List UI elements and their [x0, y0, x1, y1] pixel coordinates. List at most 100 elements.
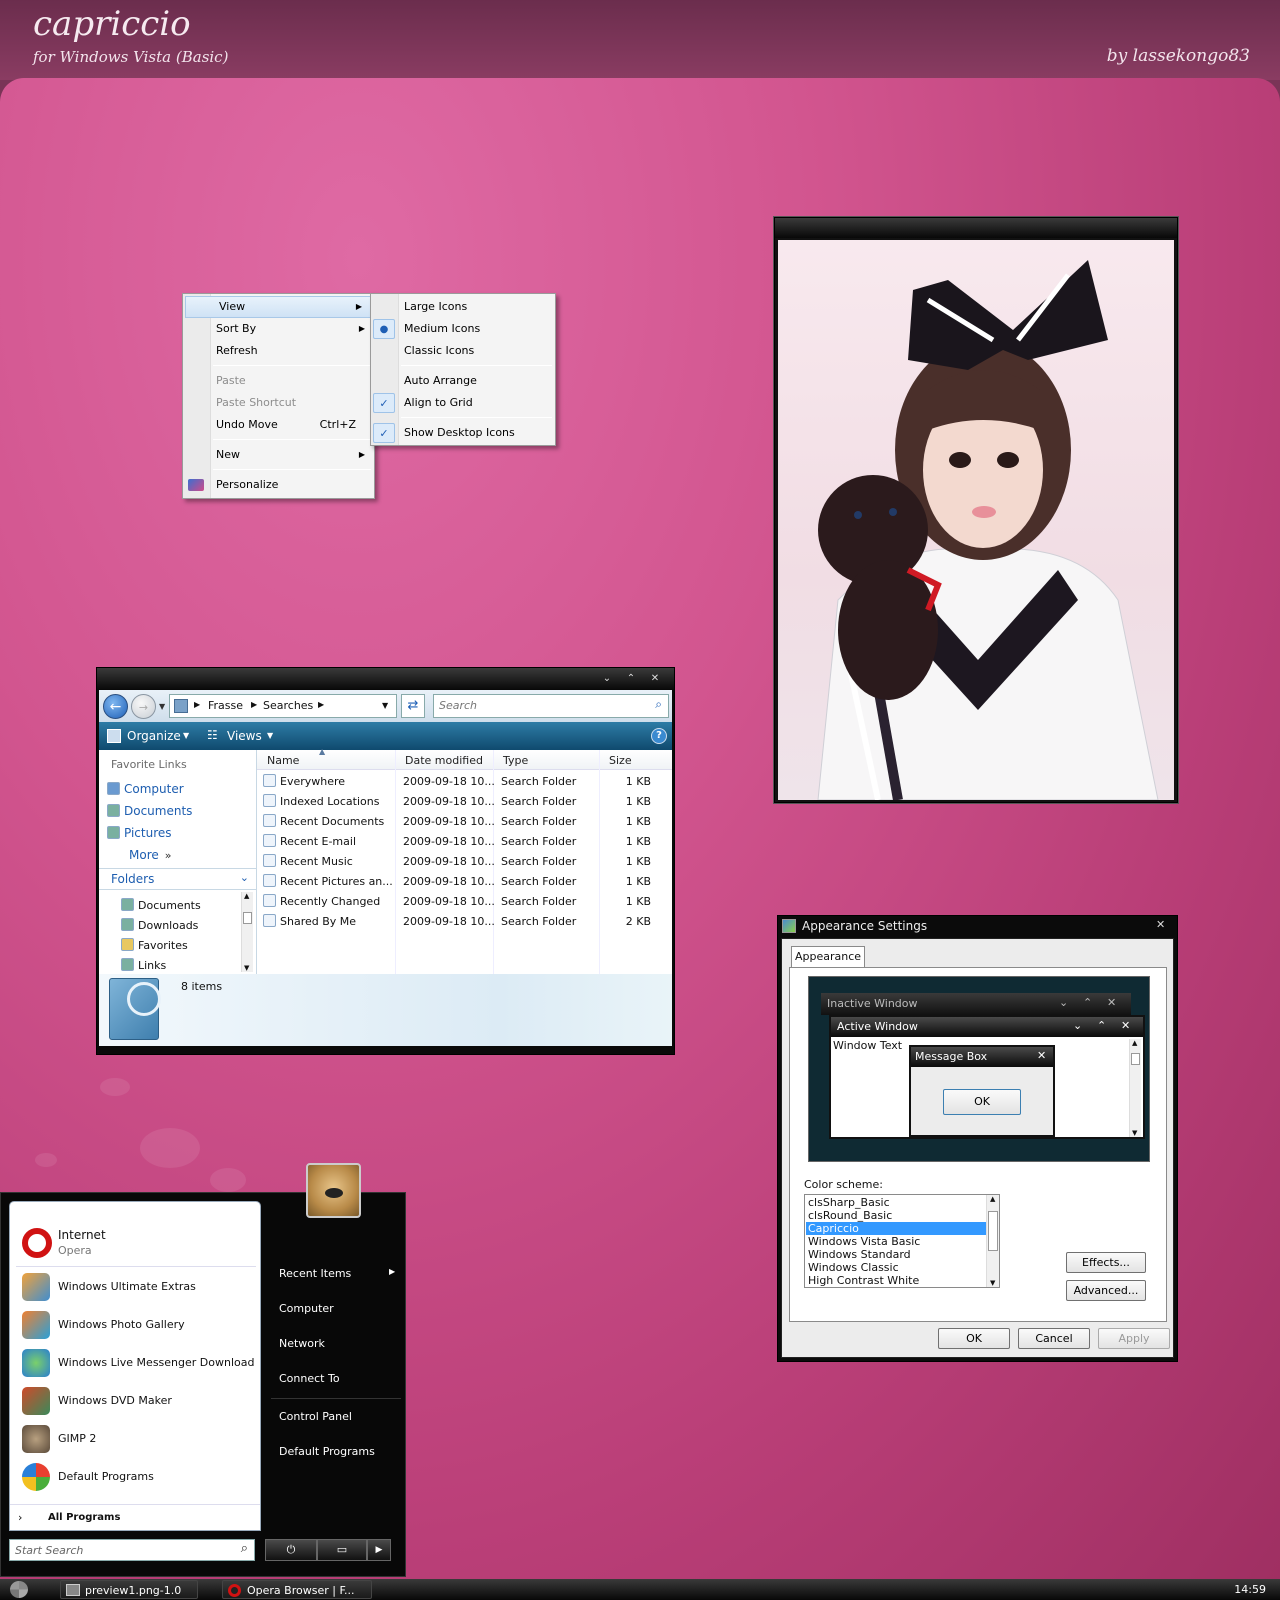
menu-item-sort-by[interactable]: Sort By ▶	[183, 318, 374, 340]
organize-dropdown-icon[interactable]: ▼	[183, 731, 189, 740]
folder-links[interactable]: Links	[121, 958, 166, 972]
table-row[interactable]: Recently Changed 2009-09-18 10... Search F…	[257, 892, 663, 912]
taskbar-button-preview[interactable]: preview1.png-1.0 (...	[60, 1580, 198, 1599]
program-windows-live-messenger[interactable]: Windows Live Messenger Download	[18, 1346, 258, 1380]
column-name[interactable]: Name	[267, 754, 299, 767]
start-orb-icon[interactable]	[10, 1581, 28, 1598]
menu-item-auto-arrange[interactable]: Auto Arrange	[371, 370, 555, 392]
color-scheme-list[interactable]: clsSharp_Basic clsRound_Basic Capriccio Win…	[804, 1194, 1000, 1288]
address-bar[interactable]: ▶ Frasse ▶ Searches ▶ ▼	[169, 694, 397, 718]
scroll-up-icon[interactable]: ▲	[244, 892, 249, 900]
program-windows-dvd-maker[interactable]: Windows DVD Maker	[18, 1384, 258, 1418]
effects-button[interactable]: Effects...	[1066, 1252, 1146, 1273]
back-icon[interactable]: ←	[103, 694, 128, 719]
cancel-button[interactable]: Cancel	[1018, 1328, 1090, 1349]
table-row[interactable]: Recent Documents 2009-09-18 10... Search F…	[257, 812, 663, 832]
scroll-down-icon[interactable]: ▼	[244, 964, 249, 972]
folder-documents[interactable]: Documents	[121, 898, 201, 912]
nav-link-computer[interactable]: Computer	[107, 782, 184, 796]
right-item-recent-items[interactable]: Recent Items ▶	[279, 1267, 395, 1280]
recent-pages-chevron-icon[interactable]: ▼	[159, 702, 165, 711]
list-item[interactable]: Windows Vista Basic	[806, 1235, 986, 1248]
table-row[interactable]: Recent E-mail 2009-09-18 10... Search Fold…	[257, 832, 663, 852]
table-row[interactable]: Shared By Me 2009-09-18 10... Search Folde…	[257, 912, 663, 932]
scroll-up-icon[interactable]: ▲	[990, 1195, 995, 1203]
folder-favorites[interactable]: Favorites	[121, 938, 188, 952]
menu-item-classic-icons[interactable]: Classic Icons	[371, 340, 555, 362]
photo-window-titlebar[interactable]	[775, 218, 1177, 238]
advanced-button[interactable]: Advanced...	[1066, 1280, 1146, 1301]
pinned-internet-opera[interactable]: Internet Opera	[18, 1224, 258, 1264]
right-item-control-panel[interactable]: Control Panel	[279, 1410, 352, 1423]
user-picture[interactable]	[306, 1163, 361, 1218]
maximize-icon[interactable]: ⌃	[621, 671, 641, 686]
search-input[interactable]: Search	[439, 699, 477, 712]
list-item[interactable]: clsRound_Basic	[806, 1209, 986, 1222]
table-row[interactable]: Indexed Locations 2009-09-18 10... Search …	[257, 792, 663, 812]
minimize-icon[interactable]: ⌄	[597, 671, 617, 686]
close-icon[interactable]: ✕	[1156, 918, 1165, 931]
folders-scrollbar[interactable]: ▲ ▼	[241, 892, 253, 972]
menu-item-align-to-grid[interactable]: ✓ Align to Grid	[371, 392, 555, 414]
breadcrumb-frasse[interactable]: Frasse	[208, 699, 243, 712]
program-windows-ultimate-extras[interactable]: Windows Ultimate Extras	[18, 1270, 258, 1304]
right-item-default-programs[interactable]: Default Programs	[279, 1445, 375, 1458]
right-item-computer[interactable]: Computer	[279, 1302, 334, 1315]
table-row[interactable]: Everywhere 2009-09-18 10... Search Folder 1…	[257, 772, 663, 792]
menu-item-undo-move[interactable]: Undo Move Ctrl+Z	[183, 414, 374, 436]
folders-collapse-icon[interactable]: ⌄	[240, 871, 249, 884]
menu-item-show-desktop-icons[interactable]: ✓ Show Desktop Icons	[371, 422, 555, 444]
search-icon[interactable]: ⌕	[241, 1541, 248, 1556]
list-item[interactable]: Windows Standard	[806, 1248, 986, 1261]
menu-item-refresh[interactable]: Refresh	[183, 340, 374, 362]
start-search-box[interactable]: Start Search ⌕	[9, 1539, 255, 1561]
search-icon[interactable]: ⌕	[655, 697, 662, 712]
explorer-titlebar[interactable]: ⌄ ⌃ ✕	[97, 668, 674, 690]
power-button[interactable]: ⏻	[265, 1539, 317, 1561]
forward-icon[interactable]: →	[131, 694, 156, 719]
organize-button[interactable]: Organize	[127, 729, 181, 743]
shutdown-options-button[interactable]: ▶	[367, 1539, 391, 1561]
list-item[interactable]: High Contrast White	[806, 1274, 986, 1287]
views-dropdown-icon[interactable]: ▼	[267, 731, 273, 740]
breadcrumb-searches[interactable]: Searches	[263, 699, 313, 712]
scheme-scrollbar[interactable]: ▲ ▼	[986, 1195, 999, 1287]
folder-downloads[interactable]: Downloads	[121, 918, 198, 932]
list-item[interactable]: Windows Classic	[806, 1261, 986, 1274]
menu-item-view[interactable]: View ▶	[185, 296, 372, 318]
list-item[interactable]: Capriccio	[806, 1222, 986, 1235]
program-gimp[interactable]: GIMP 2	[18, 1422, 258, 1456]
ok-button[interactable]: OK	[938, 1328, 1010, 1349]
tab-appearance[interactable]: Appearance	[791, 946, 865, 968]
menu-item-new[interactable]: New ▶	[183, 444, 374, 466]
appearance-settings-window[interactable]: Appearance Settings ✕ Appearance Inactiv…	[777, 915, 1178, 1362]
column-type[interactable]: Type	[503, 754, 528, 767]
lock-button[interactable]: ▭	[317, 1539, 367, 1561]
program-windows-photo-gallery[interactable]: Windows Photo Gallery	[18, 1308, 258, 1342]
right-item-connect-to[interactable]: Connect To	[279, 1372, 340, 1385]
close-icon[interactable]: ✕	[645, 671, 665, 686]
start-search-input[interactable]: Start Search	[15, 1544, 83, 1557]
column-size[interactable]: Size	[609, 754, 632, 767]
menu-item-large-icons[interactable]: Large Icons	[371, 296, 555, 318]
search-box[interactable]: Search ⌕	[433, 694, 669, 718]
scroll-thumb[interactable]	[243, 912, 252, 924]
nav-link-pictures[interactable]: Pictures	[107, 826, 172, 840]
explorer-window[interactable]: ⌄ ⌃ ✕ ← → ▼ ▶ Frasse ▶ Searches ▶ ▼ ⇄ Se…	[96, 667, 675, 1055]
column-date-modified[interactable]: Date modified	[405, 754, 483, 767]
right-item-network[interactable]: Network	[279, 1337, 325, 1350]
all-programs-button[interactable]: › All Programs	[16, 1510, 256, 1528]
folders-header[interactable]: Folders ⌄	[99, 868, 257, 890]
menu-item-personalize[interactable]: Personalize	[183, 474, 374, 496]
taskbar-button-opera[interactable]: Opera Browser | F...	[222, 1580, 372, 1599]
scroll-down-icon[interactable]: ▼	[990, 1279, 995, 1287]
nav-more-link[interactable]: More »	[129, 848, 171, 862]
menu-item-medium-icons[interactable]: ● Medium Icons	[371, 318, 555, 340]
views-button[interactable]: Views	[227, 729, 262, 743]
list-item[interactable]: clsSharp_Basic	[806, 1196, 986, 1209]
program-default-programs[interactable]: Default Programs	[18, 1460, 258, 1494]
address-dropdown-icon[interactable]: ▼	[382, 701, 388, 710]
taskbar-clock[interactable]: 14:59	[1234, 1583, 1266, 1596]
table-row[interactable]: Recent Music 2009-09-18 10... Search Folde…	[257, 852, 663, 872]
scroll-thumb[interactable]	[988, 1211, 998, 1251]
